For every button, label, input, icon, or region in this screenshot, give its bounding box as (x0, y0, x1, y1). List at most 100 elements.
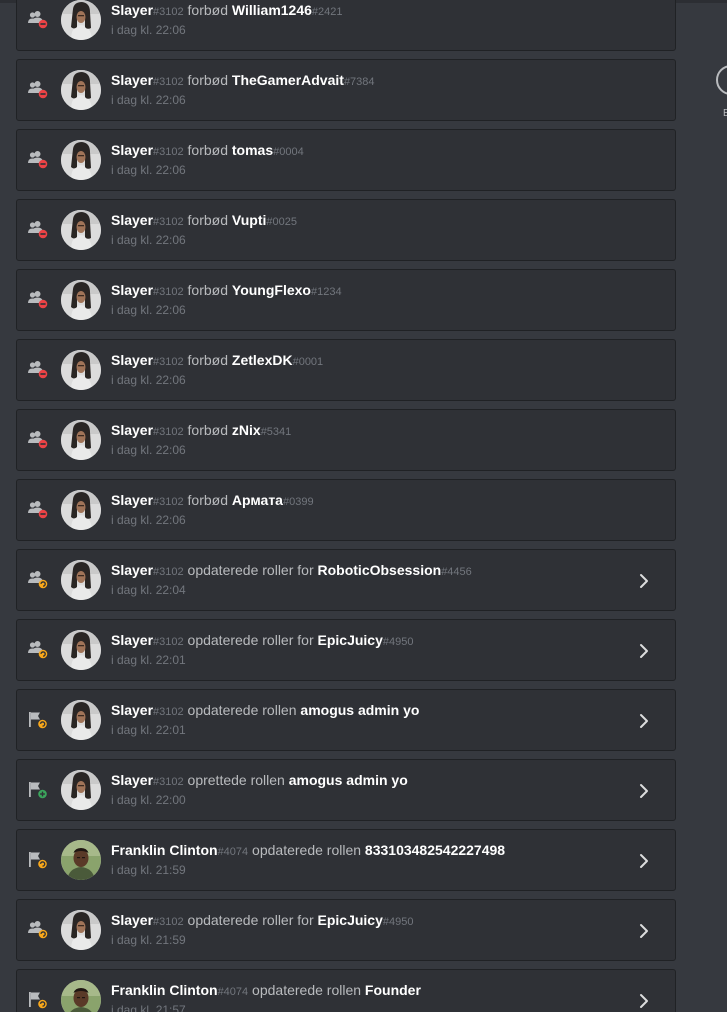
target-name: Vupti (231, 212, 267, 228)
avatar[interactable] (61, 770, 101, 810)
target-name: amogus admin yo (300, 702, 420, 718)
avatar[interactable] (61, 280, 101, 320)
avatar[interactable] (61, 840, 101, 880)
entry-summary: Slayer#3102 opdaterede roller for EpicJu… (111, 911, 413, 931)
target-discriminator: #5341 (260, 426, 292, 438)
action-text: forbød (187, 422, 228, 438)
actor-name[interactable]: Slayer (111, 142, 153, 158)
action-text: opdaterede roller for (187, 912, 314, 928)
actor-name[interactable]: Slayer (111, 72, 153, 88)
action-text: opdaterede roller for (187, 632, 314, 648)
actor-name[interactable]: Slayer (111, 422, 153, 438)
target-name: TheGamerAdvait (231, 72, 344, 88)
avatar[interactable] (61, 630, 101, 670)
side-panel-icon[interactable] (716, 65, 727, 95)
target-name: 833103482542227498 (364, 842, 506, 858)
avatar[interactable] (61, 490, 101, 530)
entry-timestamp: i dag kl. 22:01 (111, 723, 186, 737)
target-discriminator: #2421 (311, 6, 343, 18)
audit-log-entry[interactable]: Slayer#3102 oprettede rollen amogus admi… (16, 759, 676, 821)
action-text: opdaterede rollen (252, 982, 362, 998)
chevron-right-icon[interactable] (639, 853, 649, 869)
actor-name[interactable]: Slayer (111, 352, 153, 368)
entry-summary: Slayer#3102 oprettede rollen amogus admi… (111, 771, 408, 791)
role-update-icon (27, 710, 49, 730)
entry-timestamp: i dag kl. 22:06 (111, 233, 186, 247)
entry-summary: Franklin Clinton#4074 opdaterede rollen … (111, 981, 421, 1001)
chevron-right-icon[interactable] (639, 573, 649, 589)
audit-log-entry[interactable]: Slayer#3102 forbød Vupti#0025 i dag kl. … (16, 199, 676, 261)
entry-summary: Slayer#3102 forbød ZetlexDK#0001 (111, 351, 323, 371)
audit-log-entry[interactable]: Slayer#3102 forbød Армата#0399 i dag kl.… (16, 479, 676, 541)
actor-discriminator: #3102 (153, 916, 184, 928)
avatar[interactable] (61, 700, 101, 740)
action-text: forbød (187, 2, 228, 18)
actor-name[interactable]: Slayer (111, 492, 153, 508)
target-discriminator: #4456 (441, 566, 472, 578)
entry-summary: Franklin Clinton#4074 opdaterede rollen … (111, 841, 505, 861)
actor-name[interactable]: Slayer (111, 912, 153, 928)
avatar[interactable] (61, 350, 101, 390)
audit-log-entry[interactable]: Slayer#3102 forbød TheGamerAdvait#7384 i… (16, 59, 676, 121)
audit-log-entry[interactable]: Slayer#3102 opdaterede roller for EpicJu… (16, 899, 676, 961)
chevron-right-icon[interactable] (639, 923, 649, 939)
actor-discriminator: #3102 (153, 636, 184, 648)
entry-timestamp: i dag kl. 22:06 (111, 373, 186, 387)
avatar[interactable] (61, 980, 101, 1012)
actor-name[interactable]: Slayer (111, 562, 153, 578)
audit-log-entry[interactable]: Slayer#3102 opdaterede roller for EpicJu… (16, 619, 676, 681)
entry-timestamp: i dag kl. 22:06 (111, 443, 186, 457)
audit-log-entry[interactable]: Slayer#3102 forbød zNix#5341 i dag kl. 2… (16, 409, 676, 471)
actor-name[interactable]: Slayer (111, 632, 153, 648)
entry-timestamp: i dag kl. 21:57 (111, 1003, 186, 1012)
actor-discriminator: #3102 (153, 76, 184, 88)
actor-name[interactable]: Slayer (111, 702, 153, 718)
action-text: forbød (187, 282, 228, 298)
audit-log-entry[interactable]: Slayer#3102 forbød ZetlexDK#0001 i dag k… (16, 339, 676, 401)
actor-discriminator: #3102 (153, 706, 184, 718)
entry-summary: Slayer#3102 forbød zNix#5341 (111, 421, 291, 441)
entry-timestamp: i dag kl. 22:06 (111, 23, 186, 37)
audit-log-entry[interactable]: Franklin Clinton#4074 opdaterede rollen … (16, 969, 676, 1012)
audit-log-entry[interactable]: Slayer#3102 forbød tomas#0004 i dag kl. … (16, 129, 676, 191)
chevron-right-icon[interactable] (639, 993, 649, 1009)
target-name: amogus admin yo (288, 772, 408, 788)
action-text: forbød (187, 212, 228, 228)
entry-timestamp: i dag kl. 22:04 (111, 583, 186, 597)
audit-log-entry[interactable]: Slayer#3102 forbød YoungFlexo#1234 i dag… (16, 269, 676, 331)
actor-name[interactable]: Slayer (111, 2, 153, 18)
action-text: forbød (187, 352, 228, 368)
action-text: opdaterede rollen (252, 842, 362, 858)
audit-log-entry[interactable]: Slayer#3102 forbød William1246#2421 i da… (16, 0, 676, 51)
actor-discriminator: #3102 (153, 426, 184, 438)
target-discriminator: #0025 (266, 216, 297, 228)
avatar[interactable] (61, 910, 101, 950)
target-discriminator: #0399 (282, 496, 314, 508)
member-role-update-icon (27, 640, 49, 660)
avatar[interactable] (61, 70, 101, 110)
avatar[interactable] (61, 560, 101, 600)
avatar[interactable] (61, 420, 101, 460)
entry-summary: Slayer#3102 forbød TheGamerAdvait#7384 (111, 71, 375, 91)
actor-name[interactable]: Franklin Clinton (111, 842, 218, 858)
audit-log-entry[interactable]: Slayer#3102 opdaterede rollen amogus adm… (16, 689, 676, 751)
action-text: forbød (187, 142, 228, 158)
member-role-update-icon (27, 920, 49, 940)
audit-log-entry[interactable]: Franklin Clinton#4074 opdaterede rollen … (16, 829, 676, 891)
target-discriminator: #0001 (292, 356, 324, 368)
actor-name[interactable]: Franklin Clinton (111, 982, 218, 998)
target-discriminator: #4950 (382, 636, 414, 648)
member-ban-icon (27, 430, 49, 450)
actor-name[interactable]: Slayer (111, 212, 153, 228)
chevron-right-icon[interactable] (639, 783, 649, 799)
role-create-icon (27, 780, 49, 800)
avatar[interactable] (61, 0, 101, 40)
avatar[interactable] (61, 140, 101, 180)
entry-summary: Slayer#3102 opdaterede roller for EpicJu… (111, 631, 413, 651)
audit-log-entry[interactable]: Slayer#3102 opdaterede roller for Roboti… (16, 549, 676, 611)
actor-name[interactable]: Slayer (111, 282, 153, 298)
chevron-right-icon[interactable] (639, 643, 649, 659)
actor-name[interactable]: Slayer (111, 772, 153, 788)
avatar[interactable] (61, 210, 101, 250)
chevron-right-icon[interactable] (639, 713, 649, 729)
